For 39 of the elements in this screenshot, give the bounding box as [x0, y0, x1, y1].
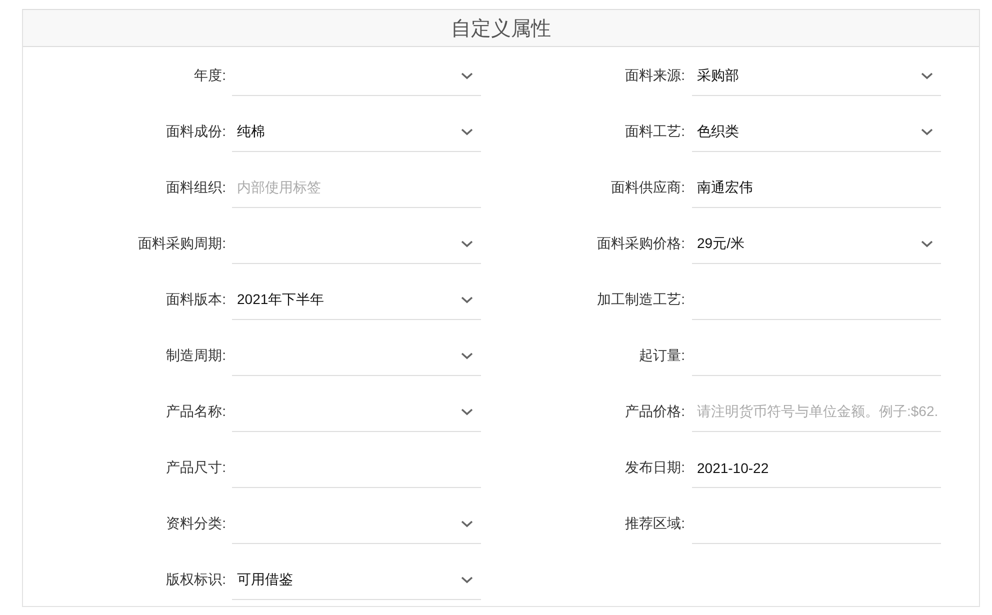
- field-label: 年度:: [193, 67, 226, 85]
- field-label: 面料供应商:: [610, 179, 685, 197]
- input-field[interactable]: 南通宏伟: [692, 168, 941, 208]
- field-label: 面料成份:: [165, 123, 226, 141]
- field-label: 面料采购周期:: [137, 235, 226, 253]
- field-label: 加工制造工艺:: [596, 291, 685, 309]
- select-field[interactable]: 色织类: [692, 112, 941, 152]
- field-label: 起订量:: [638, 347, 685, 365]
- field-label: 产品价格:: [624, 403, 685, 421]
- select-field[interactable]: 采购部: [692, 56, 941, 96]
- chevron-down-icon: [921, 72, 933, 80]
- chevron-down-icon: [921, 128, 933, 136]
- field-label: 版权标识:: [165, 571, 226, 589]
- field-label: 推荐区域:: [624, 515, 685, 533]
- select-field[interactable]: 29元/米: [692, 224, 941, 264]
- panel-title: 自定义属性: [451, 16, 551, 42]
- chevron-down-icon: [461, 128, 473, 136]
- field-label: 产品名称:: [165, 403, 226, 421]
- field-label: 产品尺寸:: [165, 459, 226, 477]
- chevron-down-icon: [921, 240, 933, 248]
- select-field[interactable]: 纯棉: [232, 112, 481, 152]
- field-label: 面料组织:: [165, 179, 226, 197]
- chevron-down-icon: [461, 72, 473, 80]
- field-label: 资料分类:: [165, 515, 226, 533]
- select-field[interactable]: 2021年下半年: [232, 280, 481, 320]
- chevron-down-icon: [461, 296, 473, 304]
- select-field[interactable]: 可用借鉴: [232, 560, 481, 600]
- chevron-down-icon: [461, 240, 473, 248]
- chevron-down-icon: [461, 520, 473, 528]
- input-field[interactable]: 2021-10-22: [692, 448, 941, 488]
- chevron-down-icon: [461, 576, 473, 584]
- chevron-down-icon: [461, 408, 473, 416]
- field-label: 面料来源:: [624, 67, 685, 85]
- chevron-down-icon: [461, 352, 473, 360]
- field-label: 发布日期:: [624, 459, 685, 477]
- field-label: 面料采购价格:: [596, 235, 685, 253]
- field-label: 面料版本:: [165, 291, 226, 309]
- field-label: 面料工艺:: [624, 123, 685, 141]
- field-label: 制造周期:: [165, 347, 226, 365]
